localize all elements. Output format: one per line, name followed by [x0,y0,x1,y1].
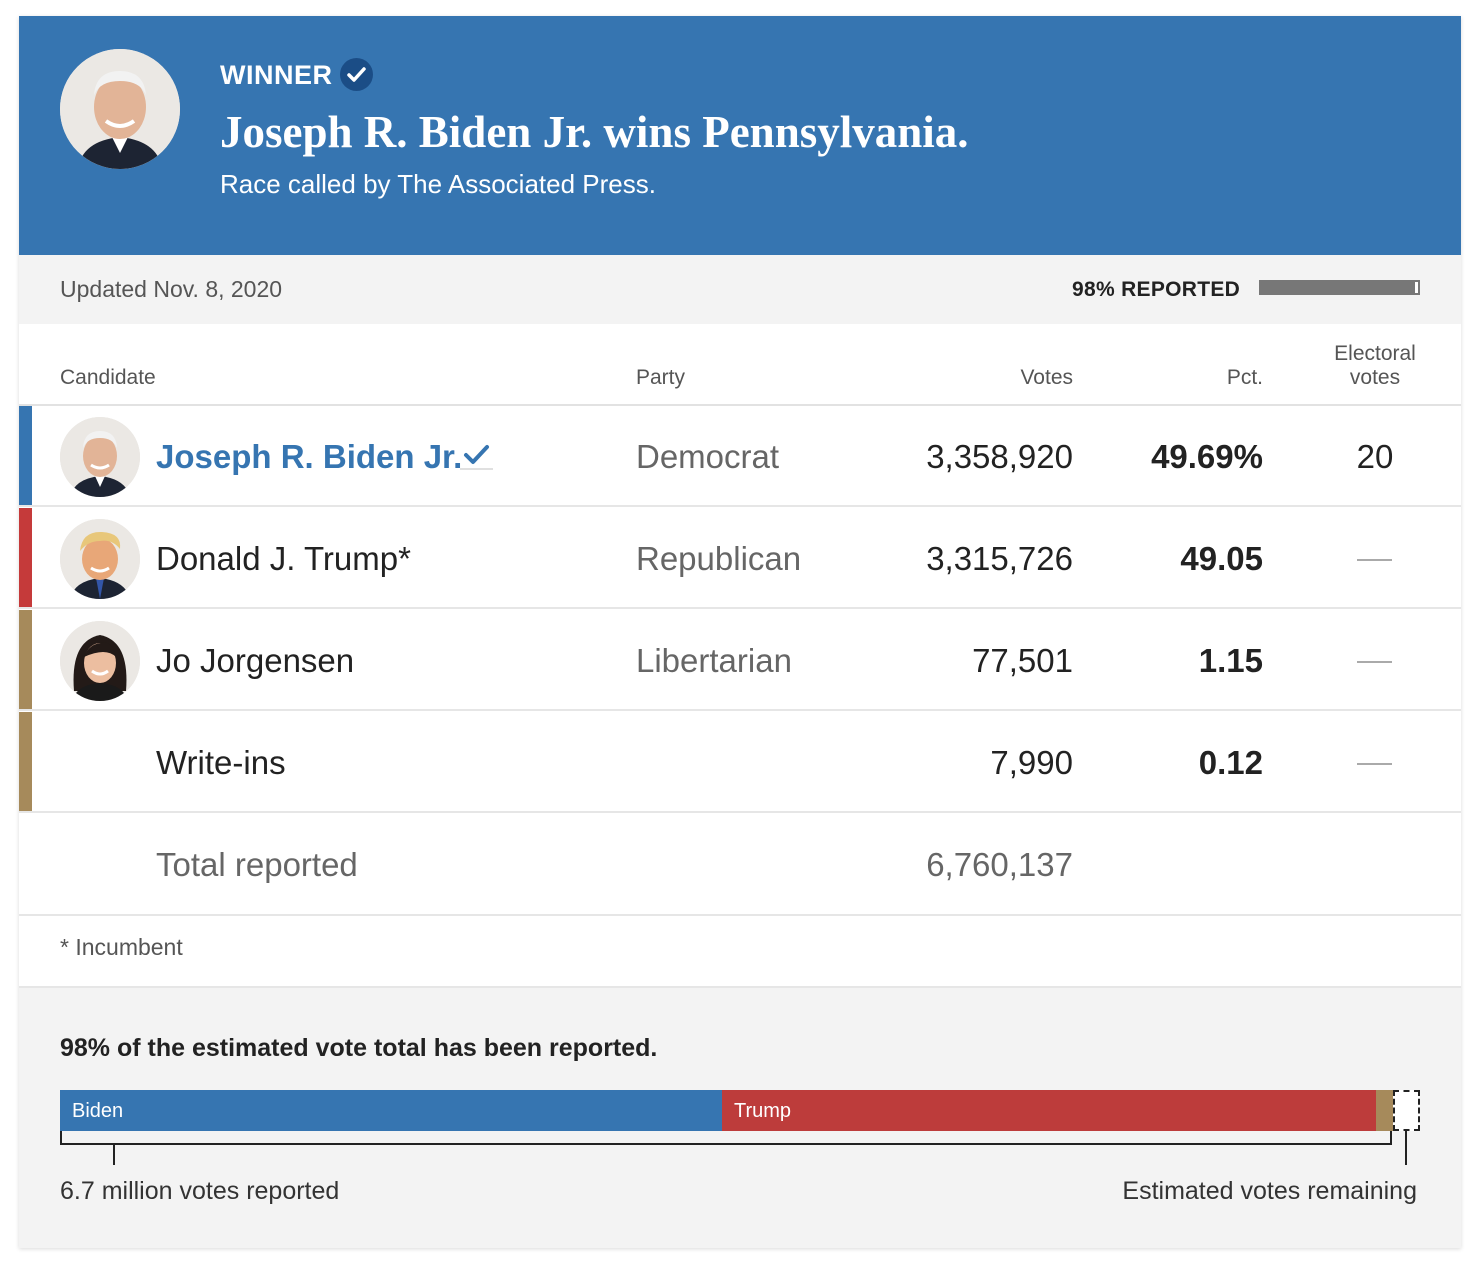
candidate-party: Libertarian [636,642,792,679]
bar-label-trump: Trump [734,1100,792,1122]
column-header-pct: Pct. [1226,366,1263,389]
column-header-votes: Votes [1020,366,1073,389]
remaining-tick [1405,1131,1407,1165]
reported-bracket [60,1131,1392,1145]
bar-segment-biden: Biden [60,1090,722,1131]
candidate-name: Jo Jorgensen [156,642,355,679]
candidate-portrait [60,417,140,497]
winner-label: WINNER [220,60,333,90]
party-color-strip [19,712,32,811]
candidate-name: Donald J. Trump* [156,540,411,577]
candidate-votes: 3,358,920 [926,438,1073,475]
progress-headline: 98% of the estimated vote total has been… [60,1034,658,1062]
reported-tick [113,1145,115,1165]
no-electoral-votes-dash [1357,763,1392,765]
candidate-votes: 7,990 [990,744,1073,781]
winner-check-icon [460,440,493,470]
candidate-portrait [60,621,140,701]
candidate-name: Joseph R. Biden Jr. [156,438,463,475]
candidate-portrait [60,519,140,599]
vote-share-bar: Biden Trump [60,1090,1420,1131]
winner-headline: Joseph R. Biden Jr. wins Pennsylvania. [220,107,969,157]
reported-progress-bar [1259,280,1420,295]
bar-label-biden: Biden [72,1100,124,1122]
table-row: Jo Jorgensen Libertarian 77,501 1.15 [19,610,1461,711]
total-votes: 6,760,137 [926,846,1073,883]
votes-remaining-note: Estimated votes remaining [1122,1177,1417,1205]
party-color-strip [19,508,32,607]
candidate-votes: 77,501 [972,642,1073,679]
column-header-party: Party [636,366,686,389]
race-called-note: Race called by The Associated Press. [220,169,656,199]
bar-segment-other [1376,1090,1393,1131]
total-row: Total reported 6,760,137 [19,814,1461,916]
candidate-pct: 1.15 [1198,642,1263,679]
candidate-pct: 0.12 [1198,744,1263,781]
incumbent-footnote: * Incumbent [60,934,183,960]
party-color-strip [19,406,32,505]
bar-segment-trump: Trump [722,1090,1376,1131]
votes-reported-note: 6.7 million votes reported [60,1177,340,1205]
reported-progress-fill [1261,282,1415,293]
table-row: Joseph R. Biden Jr. Democrat 3,358,920 4… [19,406,1461,507]
no-electoral-votes-dash [1357,559,1392,561]
candidate-pct: 49.69% [1151,438,1263,475]
candidate-party: Democrat [636,438,780,475]
winner-portrait [60,49,180,169]
candidate-name: Write-ins [156,744,286,781]
bar-segment-remaining [1393,1090,1420,1131]
total-label: Total reported [156,846,358,883]
column-header-candidate: Candidate [60,366,156,389]
table-row: Donald J. Trump* Republican 3,315,726 49… [19,508,1461,609]
results-card: WINNER Joseph R. Biden Jr. wins Pennsylv… [19,16,1461,1248]
vote-progress-section: 98% of the estimated vote total has been… [19,986,1461,1248]
reported-label: 98% REPORTED [1072,278,1241,301]
candidate-votes: 3,315,726 [926,540,1073,577]
winner-banner: WINNER Joseph R. Biden Jr. wins Pennsylv… [19,16,1461,255]
table-row: Write-ins 7,990 0.12 [19,712,1461,813]
candidate-pct: 49.05 [1180,540,1263,577]
column-header-electoral: Electoral votes [1334,342,1416,389]
party-color-strip [19,610,32,709]
status-bar: Updated Nov. 8, 2020 98% REPORTED [19,255,1461,324]
check-circle-icon [340,58,373,91]
no-electoral-votes-dash [1357,661,1392,663]
candidate-party: Republican [636,540,802,577]
candidate-electoral-votes: 20 [1356,438,1394,475]
updated-timestamp: Updated Nov. 8, 2020 [60,276,283,302]
